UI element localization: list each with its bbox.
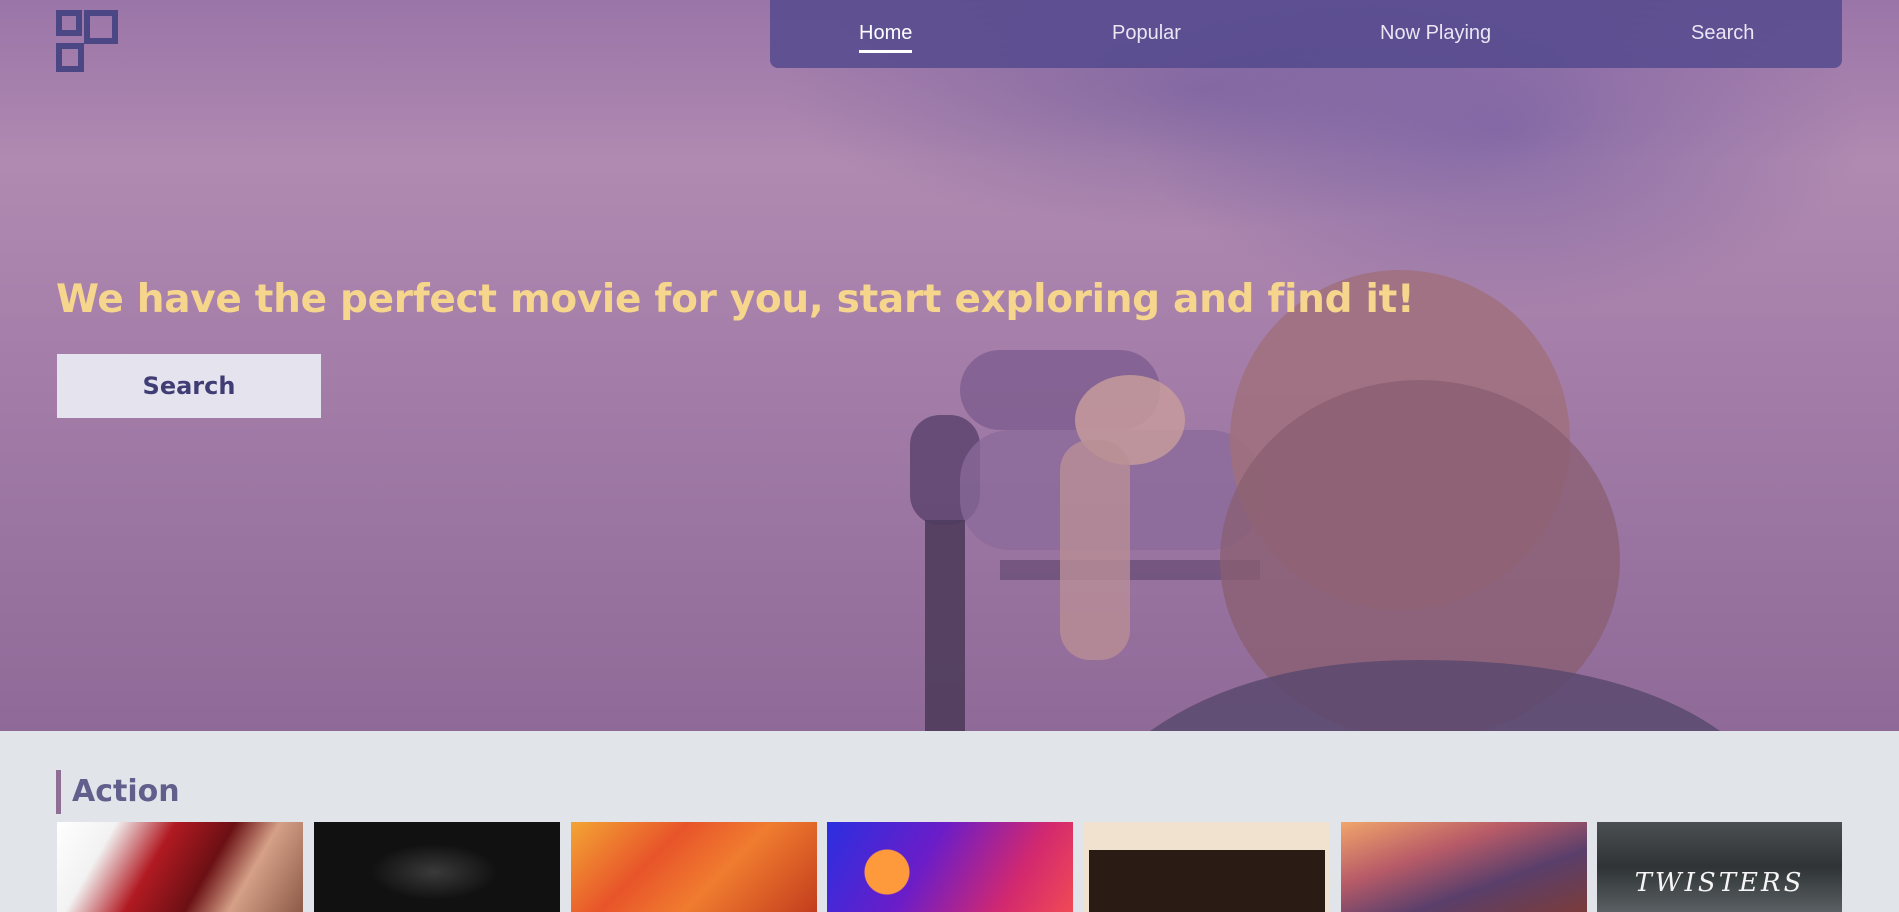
logo-square-icon [84,10,118,44]
nav-item-search[interactable]: Search [1691,22,1754,45]
nav-item-now-playing[interactable]: Now Playing [1380,22,1491,45]
logo-square-icon [56,43,84,72]
movie-poster[interactable] [1341,822,1587,912]
movie-poster[interactable] [1084,822,1330,912]
section-title-action: Action [56,770,180,814]
movie-poster[interactable] [314,822,560,912]
logo-square-icon [56,10,82,36]
movie-poster[interactable] [571,822,817,912]
movie-poster[interactable]: TWISTERS [1597,822,1842,912]
nav-item-home[interactable]: Home [859,22,913,53]
poster-row-action: TWISTERS [57,822,1842,912]
hero-banner: Home Popular Now Playing Search We have … [0,0,1899,731]
site-logo[interactable] [56,10,118,72]
movie-poster[interactable] [57,822,303,912]
main-nav: Home Popular Now Playing Search [770,0,1842,68]
poster-artwork [1089,850,1325,912]
nav-item-popular[interactable]: Popular [1112,22,1181,45]
hero-headline: We have the perfect movie for you, start… [56,277,1415,322]
hero-search-button[interactable]: Search [57,354,321,418]
poster-title-text: TWISTERS [1634,868,1805,898]
movie-poster[interactable] [827,822,1073,912]
